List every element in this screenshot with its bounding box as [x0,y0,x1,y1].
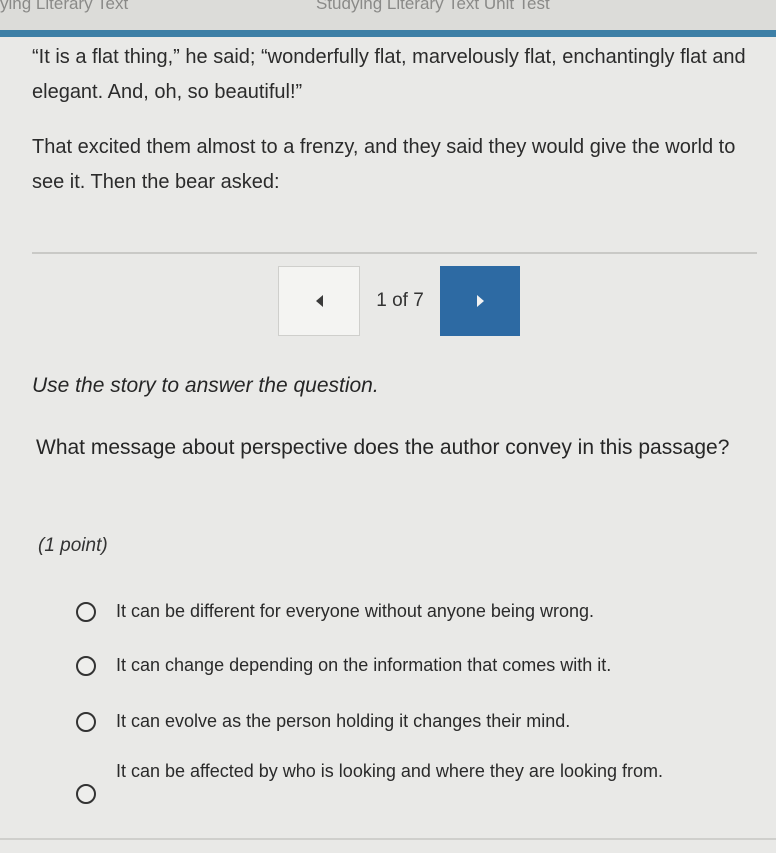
answer-option-label: It can be different for everyone without… [116,601,594,621]
answer-option-2[interactable]: It can change depending on the informati… [76,650,736,684]
answer-option-4[interactable]: It can be affected by who is looking and… [76,756,736,820]
bottom-divider [0,838,776,840]
tab-literary-text[interactable]: ying Literary Text [0,0,128,14]
section-divider [32,252,757,254]
passage-paragraph: “It is a flat thing,” he said; “wonderfu… [32,46,746,103]
answer-option-3[interactable]: It can evolve as the person holding it c… [76,706,736,740]
story-passage: “It is a flat thing,” he said; “wonderfu… [32,40,760,200]
radio-button[interactable] [76,656,96,676]
answer-option-label: It can be affected by who is looking and… [116,761,663,781]
radio-button[interactable] [76,602,96,622]
question-points: (1 point) [38,535,108,556]
page-counter: 1 of 7 [376,290,424,311]
answer-option-label: It can evolve as the person holding it c… [116,711,571,731]
next-page-button[interactable] [440,266,520,336]
answer-option-1[interactable]: It can be different for everyone without… [76,596,736,630]
header-tabs: ying Literary Text Studying Literary Tex… [0,0,776,30]
answer-option-label: It can change depending on the informati… [116,655,612,675]
header-accent-bar [0,30,776,37]
radio-button[interactable] [76,784,96,804]
passage-paragraph: That excited them almost to a frenzy, an… [32,136,736,193]
question-instruction: Use the story to answer the question. [32,374,379,397]
triangle-right-icon [476,295,484,307]
triangle-left-icon [315,295,323,307]
tab-unit-test[interactable]: Studying Literary Text Unit Test [316,0,550,14]
previous-page-button[interactable] [278,266,360,336]
radio-button[interactable] [76,712,96,732]
question-prompt: What message about perspective does the … [36,436,730,459]
